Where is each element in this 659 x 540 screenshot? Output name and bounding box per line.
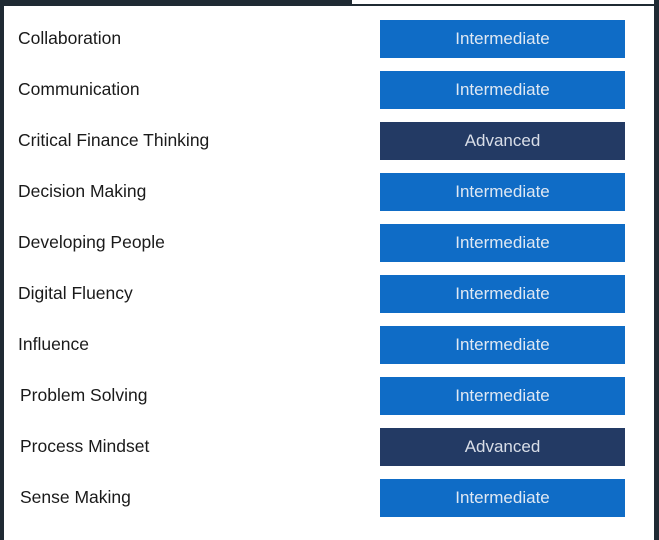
skill-row-digital-fluency: Digital Fluency Intermediate: [4, 273, 654, 313]
skill-name: Communication: [18, 79, 140, 99]
skill-level-badge: Intermediate: [380, 275, 625, 313]
skill-level-badge: Intermediate: [380, 326, 625, 364]
skill-row-communication: Communication Intermediate: [4, 69, 654, 109]
skill-level-badge: Advanced: [380, 122, 625, 160]
skill-row-problem-solving: Problem Solving Intermediate: [4, 375, 654, 415]
skill-level-badge: Intermediate: [380, 20, 625, 58]
panel-header-divider: [352, 0, 659, 6]
skill-level-badge: Intermediate: [380, 479, 625, 517]
skill-name: Digital Fluency: [18, 283, 133, 303]
skill-row-developing-people: Developing People Intermediate: [4, 222, 654, 262]
skill-level-badge: Intermediate: [380, 173, 625, 211]
skill-row-critical-finance-thinking: Critical Finance Thinking Advanced: [4, 120, 654, 160]
skill-name: Sense Making: [20, 487, 131, 507]
skill-name: Problem Solving: [20, 385, 148, 405]
skill-level-badge: Intermediate: [380, 377, 625, 415]
skill-row-collaboration: Collaboration Intermediate: [4, 18, 654, 58]
panel-header-bar: [0, 0, 352, 6]
skill-row-decision-making: Decision Making Intermediate: [4, 171, 654, 211]
skill-name: Decision Making: [18, 181, 147, 201]
skill-row-sense-making: Sense Making Intermediate: [4, 477, 654, 517]
skill-level-badge: Advanced: [380, 428, 625, 466]
skill-level-badge: Intermediate: [380, 71, 625, 109]
skill-name: Collaboration: [18, 28, 122, 48]
skill-name: Critical Finance Thinking: [18, 130, 210, 150]
panel-right-border: [654, 0, 659, 540]
skill-name: Process Mindset: [20, 436, 150, 456]
skill-name: Developing People: [18, 232, 165, 252]
skill-level-badge: Intermediate: [380, 224, 625, 262]
skill-row-process-mindset: Process Mindset Advanced: [4, 426, 654, 466]
skills-panel: Collaboration Intermediate Communication…: [0, 0, 659, 540]
skill-name: Influence: [18, 334, 90, 354]
skill-row-influence: Influence Intermediate: [4, 324, 654, 364]
